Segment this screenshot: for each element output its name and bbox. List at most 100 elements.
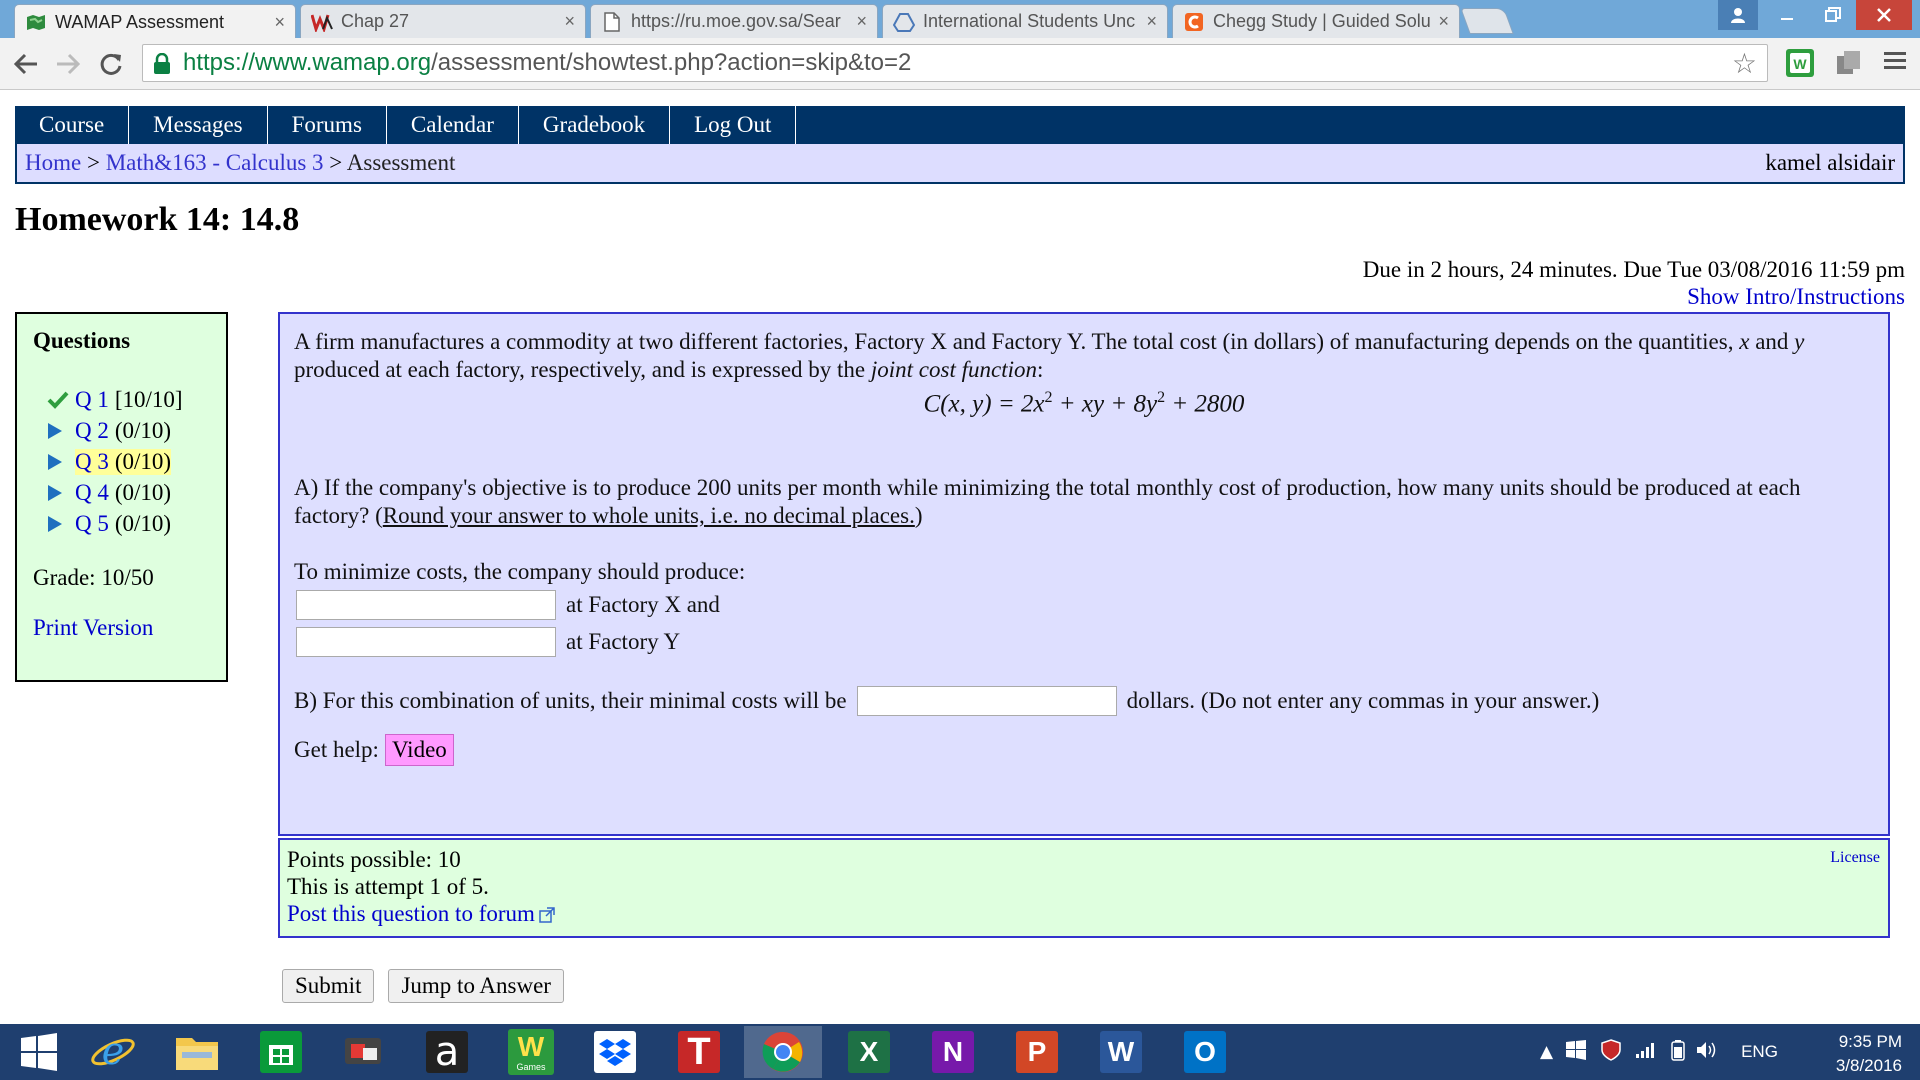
powerpoint-icon[interactable]: P <box>998 1026 1076 1078</box>
clock-time: 9:35 PM <box>1838 1032 1902 1051</box>
tab-title: Chap 27 <box>341 11 410 31</box>
nav-calendar[interactable]: Calendar <box>387 106 519 144</box>
excel-icon[interactable]: X <box>830 1026 908 1078</box>
factory-x-input[interactable] <box>296 589 556 620</box>
nav-forums[interactable]: Forums <box>268 106 387 144</box>
back-arrow-icon[interactable] <box>8 46 44 82</box>
tab-title: International Students Unc <box>923 11 1136 31</box>
reload-icon[interactable] <box>94 46 130 82</box>
question-score: [10/10] <box>114 386 183 412</box>
attempt-count: This is attempt 1 of 5. <box>287 874 489 899</box>
question-score: (0/10) <box>114 448 172 474</box>
breadcrumb-home[interactable]: Home <box>25 150 81 175</box>
questions-panel: Questions Q 1 [10/10] Q 2 (0/10) Q 3 (0/10) <box>15 312 228 682</box>
question-link[interactable]: Q 3 <box>75 449 109 474</box>
points-possible: Points possible: 10 <box>287 847 461 872</box>
submit-button[interactable]: Submit <box>282 969 375 1003</box>
address-bar[interactable]: https://www.wamap.org/assessment/showtes… <box>142 44 1768 82</box>
question-item-5: Q 5 (0/10) <box>47 508 210 539</box>
tab-moe-search[interactable]: https://ru.moe.gov.sa/Sear × <box>590 4 878 38</box>
wamap-games-icon[interactable]: W Games <box>492 1026 570 1078</box>
close-icon[interactable]: × <box>274 12 285 33</box>
close-icon[interactable]: × <box>1438 11 1449 32</box>
svg-text:W: W <box>1793 56 1807 72</box>
nav-logout[interactable]: Log Out <box>670 106 797 144</box>
answer-row-x: at Factory X and <box>294 586 1874 623</box>
new-tab-button[interactable] <box>1460 8 1514 34</box>
license-link[interactable]: License <box>1830 844 1880 871</box>
windows-flag-icon[interactable] <box>1565 1039 1587 1066</box>
nav-gradebook[interactable]: Gradebook <box>519 106 671 144</box>
breadcrumb-sep: > <box>329 150 343 175</box>
close-icon[interactable]: × <box>856 11 867 32</box>
wamap-extension-icon[interactable]: W <box>1785 48 1815 78</box>
question-link[interactable]: Q 1 <box>75 387 109 412</box>
menu-icon[interactable] <box>1882 48 1912 78</box>
volume-icon[interactable] <box>1695 1040 1719 1065</box>
question-link[interactable]: Q 5 <box>75 511 109 536</box>
drive-icon <box>893 12 915 32</box>
play-arrow-icon <box>47 484 75 502</box>
map-icon <box>25 12 47 32</box>
close-icon[interactable]: × <box>1146 11 1157 32</box>
help-label: Get help: <box>294 737 379 763</box>
word-icon[interactable]: W <box>1082 1026 1160 1078</box>
browser-tabstrip: WAMAP Assessment × Chap 27 × https://ru.… <box>0 0 1920 39</box>
question-item-4: Q 4 (0/10) <box>47 477 210 508</box>
minimize-icon[interactable] <box>1764 0 1810 30</box>
system-clock[interactable]: 9:35 PM 3/8/2016 <box>1836 1030 1902 1078</box>
extension-puzzle-icon[interactable] <box>1834 48 1864 78</box>
language-indicator[interactable]: ENG <box>1741 1042 1778 1062</box>
battery-icon[interactable] <box>1671 1039 1685 1066</box>
print-version-link[interactable]: Print Version <box>33 615 210 641</box>
close-window-icon[interactable] <box>1856 0 1912 30</box>
svg-text:e: e <box>102 1030 125 1073</box>
onenote-icon[interactable]: N <box>914 1026 992 1078</box>
show-intro-link[interactable]: Show Intro/Instructions <box>1687 284 1905 310</box>
minimize-text: To minimize costs, the company should pr… <box>294 559 746 585</box>
user-name: kamel alsidair <box>1765 150 1895 175</box>
tab-international-students[interactable]: International Students Unc × <box>882 4 1168 38</box>
lock-icon <box>153 52 171 82</box>
profile-icon[interactable] <box>1718 0 1758 30</box>
question-link[interactable]: Q 4 <box>75 480 109 505</box>
nav-course[interactable]: Course <box>15 106 130 144</box>
windows-taskbar: e a W Games T X N P W O ▲ ENG 9:35 PM 3/… <box>0 1024 1920 1080</box>
close-icon[interactable]: × <box>564 11 575 32</box>
amazon-icon[interactable]: a <box>408 1026 486 1078</box>
checkmark-icon <box>47 391 75 409</box>
question-score: (0/10) <box>114 417 172 443</box>
nav-messages[interactable]: Messages <box>129 106 268 144</box>
signal-icon[interactable] <box>1635 1041 1657 1064</box>
question-link[interactable]: Q 2 <box>75 418 109 443</box>
outlook-icon[interactable]: O <box>1166 1026 1244 1078</box>
screen-recorder-icon[interactable] <box>324 1026 402 1078</box>
t-app-icon[interactable]: T <box>660 1026 738 1078</box>
tray-expand-icon[interactable]: ▲ <box>1540 1042 1553 1062</box>
internet-explorer-icon[interactable]: e <box>74 1026 152 1078</box>
forward-arrow-icon[interactable] <box>50 46 86 82</box>
breadcrumb-course[interactable]: Math&163 - Calculus 3 <box>106 150 324 175</box>
factory-y-label: at Factory Y <box>566 628 681 654</box>
shield-icon[interactable] <box>1601 1038 1621 1066</box>
file-explorer-icon[interactable] <box>158 1026 236 1078</box>
jump-to-answer-button[interactable]: Jump to Answer <box>388 969 564 1003</box>
tab-title: Chegg Study | Guided Solu <box>1213 11 1431 31</box>
question-score: (0/10) <box>114 479 172 505</box>
wa-logo-icon <box>311 12 333 32</box>
windows-start-icon[interactable] <box>0 1026 78 1078</box>
tab-chegg-study[interactable]: Chegg Study | Guided Solu × <box>1172 4 1460 38</box>
windows-store-icon[interactable] <box>242 1026 320 1078</box>
chrome-icon[interactable] <box>744 1026 822 1078</box>
dropbox-icon[interactable] <box>576 1026 654 1078</box>
question-list: Q 1 [10/10] Q 2 (0/10) Q 3 (0/10) Q 4 (0/10) <box>47 384 210 539</box>
minimal-cost-input[interactable] <box>856 686 1117 717</box>
tab-chap-27[interactable]: Chap 27 × <box>300 4 586 38</box>
factory-y-input[interactable] <box>296 626 556 657</box>
action-buttons: Submit Jump to Answer <box>282 969 564 1003</box>
bookmark-star-icon[interactable]: ☆ <box>1732 47 1757 80</box>
restore-icon[interactable] <box>1810 0 1856 30</box>
video-help-button[interactable]: Video <box>384 734 454 767</box>
post-to-forum-link[interactable]: Post this question to forum <box>287 901 535 926</box>
tab-wamap-assessment[interactable]: WAMAP Assessment × <box>14 4 296 39</box>
